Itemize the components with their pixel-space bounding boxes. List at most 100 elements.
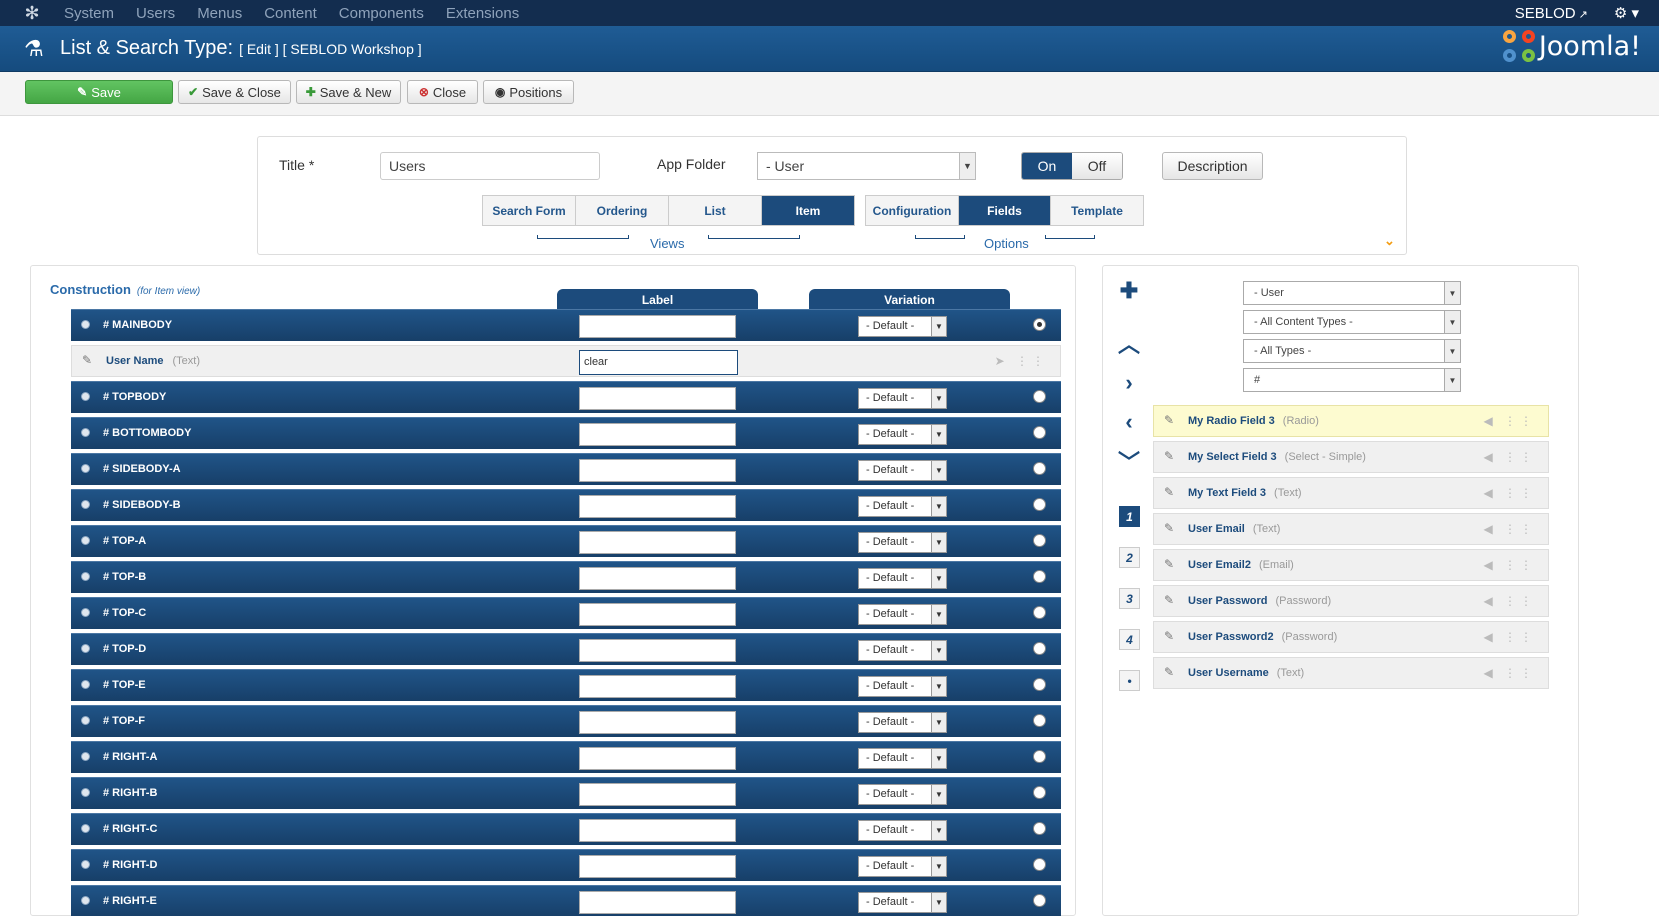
position-label-input[interactable] [579, 675, 736, 698]
position-label-input[interactable] [579, 531, 736, 554]
position-label-input[interactable] [579, 639, 736, 662]
library-filter-select[interactable]: - All Content Types - ▼ [1243, 310, 1461, 334]
drag-handle-icon[interactable]: ◀ ⋮⋮ [1483, 666, 1536, 680]
page-button[interactable]: 4 [1119, 629, 1140, 650]
variation-select[interactable]: - Default - ▼ [858, 568, 947, 589]
save-button[interactable]: ✎ Save [25, 80, 173, 104]
page-button[interactable]: 3 [1119, 588, 1140, 609]
menu-system[interactable]: System [64, 5, 114, 22]
add-icon[interactable]: ✚ [1118, 278, 1140, 303]
variation-select[interactable]: - Default - ▼ [858, 748, 947, 769]
drag-handle-icon[interactable]: ◀ ⋮⋮ [1483, 414, 1536, 428]
pencil-icon[interactable]: ✎ [1164, 665, 1174, 679]
position-dot-icon[interactable] [81, 428, 90, 437]
tab-item[interactable]: Item [762, 196, 854, 225]
position-radio[interactable] [1033, 498, 1046, 511]
position-dot-icon[interactable] [81, 752, 90, 761]
position-radio[interactable] [1033, 894, 1046, 907]
position-label-input[interactable] [579, 747, 736, 770]
chevron-down-icon[interactable]: ﹀ [1118, 450, 1140, 475]
position-dot-icon[interactable] [81, 572, 90, 581]
variation-select[interactable]: - Default - ▼ [858, 856, 947, 877]
pencil-icon[interactable]: ✎ [1164, 413, 1174, 427]
position-radio[interactable] [1033, 426, 1046, 439]
position-radio[interactable] [1033, 642, 1046, 655]
page-button[interactable]: 1 [1119, 506, 1140, 527]
position-dot-icon[interactable] [81, 320, 90, 329]
menu-users[interactable]: Users [136, 5, 175, 22]
position-label-input[interactable] [579, 711, 736, 734]
page-button[interactable]: 2 [1119, 547, 1140, 568]
position-label-input[interactable] [579, 855, 736, 878]
tab-fields[interactable]: Fields [959, 196, 1051, 225]
save-new-button[interactable]: ✚ Save & New [296, 80, 401, 104]
drag-handle-icon[interactable]: ◀ ⋮⋮ [1483, 522, 1536, 536]
library-field-item[interactable]: ✎ My Text Field 3 (Text) ◀ ⋮⋮ [1153, 477, 1549, 509]
position-dot-icon[interactable] [81, 464, 90, 473]
position-dot-icon[interactable] [81, 716, 90, 725]
position-radio[interactable] [1033, 822, 1046, 835]
position-radio[interactable] [1033, 786, 1046, 799]
on-button[interactable]: On [1022, 153, 1072, 179]
description-button[interactable]: Description [1162, 152, 1263, 180]
variation-select[interactable]: - Default - ▼ [858, 460, 947, 481]
tab-configuration[interactable]: Configuration [866, 196, 959, 225]
gear-icon[interactable]: ⚙ ▾ [1614, 4, 1639, 22]
position-label-input[interactable] [579, 891, 736, 914]
library-field-item[interactable]: ✎ My Radio Field 3 (Radio) ◀ ⋮⋮ [1153, 405, 1549, 437]
position-dot-icon[interactable] [81, 788, 90, 797]
position-radio[interactable] [1033, 858, 1046, 871]
position-label-input[interactable] [579, 315, 736, 338]
save-close-button[interactable]: ✔ Save & Close [178, 80, 291, 104]
drag-handle-icon[interactable]: ◀ ⋮⋮ [1483, 594, 1536, 608]
page-button[interactable]: • [1119, 670, 1140, 691]
position-dot-icon[interactable] [81, 860, 90, 869]
title-input[interactable]: Users [380, 152, 600, 180]
position-radio[interactable] [1033, 570, 1046, 583]
library-field-item[interactable]: ✎ User Email (Text) ◀ ⋮⋮ [1153, 513, 1549, 545]
position-label-input[interactable] [579, 567, 736, 590]
field-label-input[interactable]: clear [579, 350, 738, 375]
position-dot-icon[interactable] [81, 500, 90, 509]
library-filter-select[interactable]: - User ▼ [1243, 281, 1461, 305]
position-radio[interactable] [1033, 678, 1046, 691]
close-button[interactable]: ⊗ Close [407, 80, 478, 104]
expand-chevron-icon[interactable]: ⌄ [1384, 233, 1395, 249]
position-label-input[interactable] [579, 495, 736, 518]
drag-handle-icon[interactable]: ◀ ⋮⋮ [1483, 630, 1536, 644]
position-radio[interactable] [1033, 714, 1046, 727]
chevron-up-icon[interactable]: ︿ [1118, 332, 1140, 357]
menu-components[interactable]: Components [339, 5, 424, 22]
position-dot-icon[interactable] [81, 896, 90, 905]
tab-template[interactable]: Template [1051, 196, 1143, 225]
position-dot-icon[interactable] [81, 644, 90, 653]
position-dot-icon[interactable] [81, 608, 90, 617]
assigned-field-row[interactable]: ✎ User Name (Text) clear ➤ ⋮⋮ [71, 345, 1061, 377]
position-label-input[interactable] [579, 387, 736, 410]
pencil-icon[interactable]: ✎ [1164, 629, 1174, 643]
pencil-icon[interactable]: ✎ [1164, 557, 1174, 571]
chevron-left-icon[interactable]: ‹ [1118, 409, 1140, 434]
off-button[interactable]: Off [1072, 153, 1122, 179]
menu-menus[interactable]: Menus [197, 5, 242, 22]
position-radio[interactable] [1033, 750, 1046, 763]
pencil-icon[interactable]: ✎ [1164, 593, 1174, 607]
library-field-item[interactable]: ✎ User Username (Text) ◀ ⋮⋮ [1153, 657, 1549, 689]
drag-handle-icon[interactable]: ➤ ⋮⋮ [995, 354, 1048, 368]
pencil-icon[interactable]: ✎ [1164, 485, 1174, 499]
position-radio[interactable] [1033, 534, 1046, 547]
variation-select[interactable]: - Default - ▼ [858, 532, 947, 553]
library-field-item[interactable]: ✎ User Password (Password) ◀ ⋮⋮ [1153, 585, 1549, 617]
pencil-icon[interactable]: ✎ [1164, 521, 1174, 535]
library-field-item[interactable]: ✎ My Select Field 3 (Select - Simple) ◀ ⋮⋮ [1153, 441, 1549, 473]
pencil-icon[interactable]: ✎ [1164, 449, 1174, 463]
drag-handle-icon[interactable]: ◀ ⋮⋮ [1483, 558, 1536, 572]
menu-extensions[interactable]: Extensions [446, 5, 519, 22]
variation-select[interactable]: - Default - ▼ [858, 784, 947, 805]
drag-handle-icon[interactable]: ◀ ⋮⋮ [1483, 486, 1536, 500]
position-dot-icon[interactable] [81, 680, 90, 689]
tab-list[interactable]: List [669, 196, 762, 225]
positions-button[interactable]: ◉ Positions [483, 80, 574, 104]
variation-select[interactable]: - Default - ▼ [858, 712, 947, 733]
tab-search-form[interactable]: Search Form [483, 196, 576, 225]
